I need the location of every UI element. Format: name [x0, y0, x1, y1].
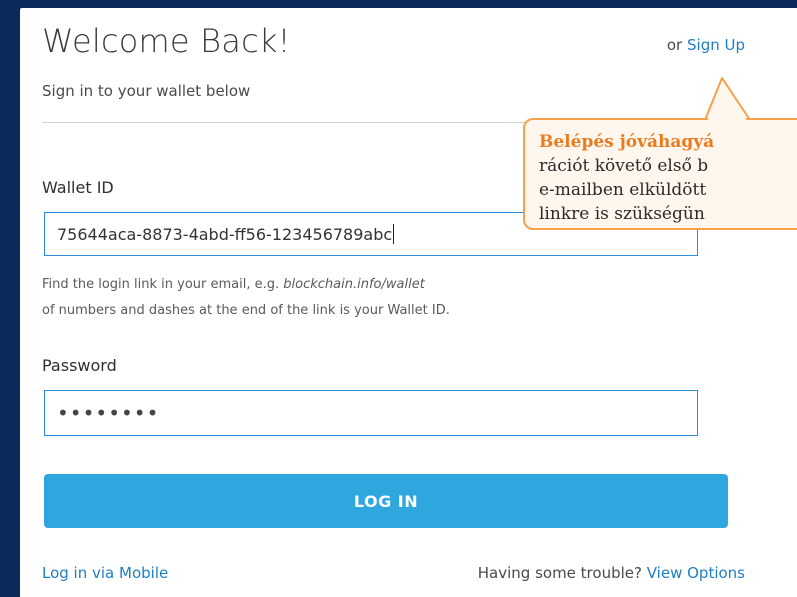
page-subtitle: Sign in to your wallet below	[42, 82, 251, 100]
password-masked-value: ••••••••	[57, 401, 160, 425]
trouble-text: Having some trouble?	[477, 564, 642, 582]
wallet-help-line2: of numbers and dashes at the end of the …	[42, 303, 450, 318]
callout-line-4: linkre is szükségün	[539, 204, 705, 224]
signup-link[interactable]: Sign Up	[687, 36, 745, 54]
view-options-link[interactable]: View Options	[647, 564, 745, 582]
wallet-help-prefix: Find the login link in your email, e.g.	[42, 277, 280, 292]
callout-line-3: e-mailben elküldött	[539, 180, 707, 200]
callout-heading: Belépés jóváhagyá	[539, 132, 715, 152]
login-button[interactable]: LOG IN	[44, 474, 728, 528]
signup-prompt: or Sign Up	[667, 36, 745, 54]
trouble-prompt: Having some trouble? View Options	[478, 564, 745, 582]
password-label: Password	[42, 356, 117, 375]
signup-prefix: or	[666, 36, 683, 54]
wallet-id-label: Wallet ID	[42, 178, 114, 197]
wallet-id-value: 75644aca-8873-4abd-ff56-123456789abc	[57, 224, 393, 244]
login-via-mobile-link[interactable]: Log in via Mobile	[42, 564, 168, 582]
wallet-help-example: blockchain.info/wallet	[283, 277, 425, 292]
page-title: Welcome Back!	[42, 22, 291, 60]
callout-line-2: rációt követő első b	[539, 156, 709, 176]
annotation-callout: Belépés jóváhagyá rációt követő első b e…	[523, 118, 797, 230]
password-input[interactable]: ••••••••	[44, 390, 698, 436]
wallet-id-help: Find the login link in your email, e.g. …	[42, 272, 642, 324]
text-caret	[393, 224, 395, 244]
